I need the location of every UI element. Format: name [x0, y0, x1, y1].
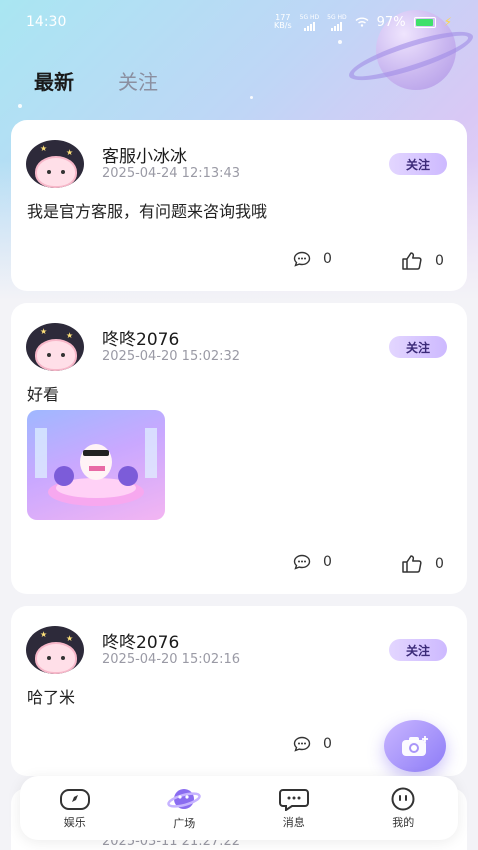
sparkle: [18, 104, 22, 108]
comment-button[interactable]: 0: [293, 554, 332, 570]
status-time: 14:30: [26, 14, 67, 30]
battery-icon: [413, 16, 436, 28]
net-speed-unit: KB/s: [274, 21, 292, 30]
profile-icon: [391, 787, 415, 810]
post-text: 哈了米: [27, 688, 76, 707]
like-count: 0: [435, 253, 444, 269]
post-camera-button[interactable]: [384, 720, 446, 772]
avatar[interactable]: ★ ★: [26, 140, 84, 188]
follow-button[interactable]: 关注: [389, 639, 447, 661]
comment-count: 0: [323, 554, 332, 570]
like-count: 0: [435, 556, 444, 572]
thumbs-up-icon: [402, 252, 422, 270]
avatar[interactable]: ★ ★: [26, 626, 84, 674]
like-button[interactable]: 0: [401, 251, 444, 271]
comment-count: 0: [323, 736, 332, 752]
follow-button[interactable]: 关注: [389, 153, 447, 175]
planet-icon: [167, 788, 202, 809]
post-actions: 0 0: [11, 251, 467, 275]
feed-tabs: 最新 关注: [34, 66, 158, 95]
post-username[interactable]: 咚咚2076: [102, 325, 179, 350]
post-time: 2025-04-24 12:13:43: [102, 166, 241, 181]
post-time: 2025-04-20 15:02:32: [102, 349, 241, 364]
post-username[interactable]: 咚咚2076: [102, 628, 179, 653]
signal-icon: [331, 21, 343, 31]
post-image[interactable]: [27, 410, 165, 520]
nav-label: 消息: [282, 815, 305, 829]
net-speed: 177 KB/s: [274, 14, 292, 30]
post-username[interactable]: 客服小冰冰: [102, 142, 187, 167]
bottom-nav: 娱乐 广场 消息 我的: [20, 776, 458, 840]
post-text: 好看: [27, 385, 60, 404]
nav-item-profile[interactable]: 我的: [368, 787, 438, 830]
nav-item-entertainment[interactable]: 娱乐: [40, 787, 110, 830]
comment-button[interactable]: 0: [293, 251, 332, 267]
charging-icon: ⚡: [443, 15, 452, 29]
nav-label: 我的: [392, 815, 415, 829]
signal-sim1: 5G HD: [299, 13, 320, 31]
comment-icon: [293, 736, 311, 752]
follow-button[interactable]: 关注: [389, 336, 447, 358]
comment-count: 0: [323, 251, 332, 267]
avatar[interactable]: ★ ★: [26, 323, 84, 371]
post-card[interactable]: ★ ★ 客服小冰冰 2025-04-24 12:13:43 关注 我是官方客服，…: [11, 120, 467, 291]
comment-icon: [293, 554, 311, 570]
thumbs-up-icon: [402, 555, 422, 573]
sim1-label: 5G HD: [299, 13, 320, 21]
camera-icon: [402, 736, 428, 756]
tab-following[interactable]: 关注: [118, 66, 158, 95]
status-indicators: 177 KB/s 5G HD 5G HD 97% ⚡: [274, 14, 452, 31]
comment-icon: [293, 251, 311, 267]
battery-percent: 97%: [376, 14, 406, 30]
entertainment-icon: [59, 788, 90, 810]
status-bar: 14:30 177 KB/s 5G HD 5G HD 97% ⚡: [0, 0, 478, 44]
signal-icon: [303, 21, 315, 31]
post-time: 2025-04-20 15:02:16: [102, 652, 241, 667]
nav-label: 娱乐: [63, 815, 86, 829]
tab-latest[interactable]: 最新: [34, 66, 74, 95]
sim2-label: 5G HD: [327, 13, 347, 21]
post-text: 我是官方客服，有问题来咨询我哦: [27, 202, 268, 221]
signal-sim2: 5G HD: [327, 14, 347, 31]
nav-label: 广场: [173, 816, 196, 830]
sparkle: [250, 96, 253, 99]
post-card[interactable]: ★ ★ 咚咚2076 2025-04-20 15:02:32 关注 好看 0 0: [11, 303, 467, 594]
like-button[interactable]: 0: [401, 554, 444, 574]
message-icon: [278, 788, 309, 811]
post-actions: 0 0: [11, 554, 467, 578]
stage-illustration: [35, 428, 157, 506]
nav-item-messages[interactable]: 消息: [259, 787, 329, 830]
wifi-icon: [355, 17, 369, 27]
comment-button[interactable]: 0: [293, 736, 332, 752]
nav-item-plaza[interactable]: 广场: [149, 786, 219, 831]
